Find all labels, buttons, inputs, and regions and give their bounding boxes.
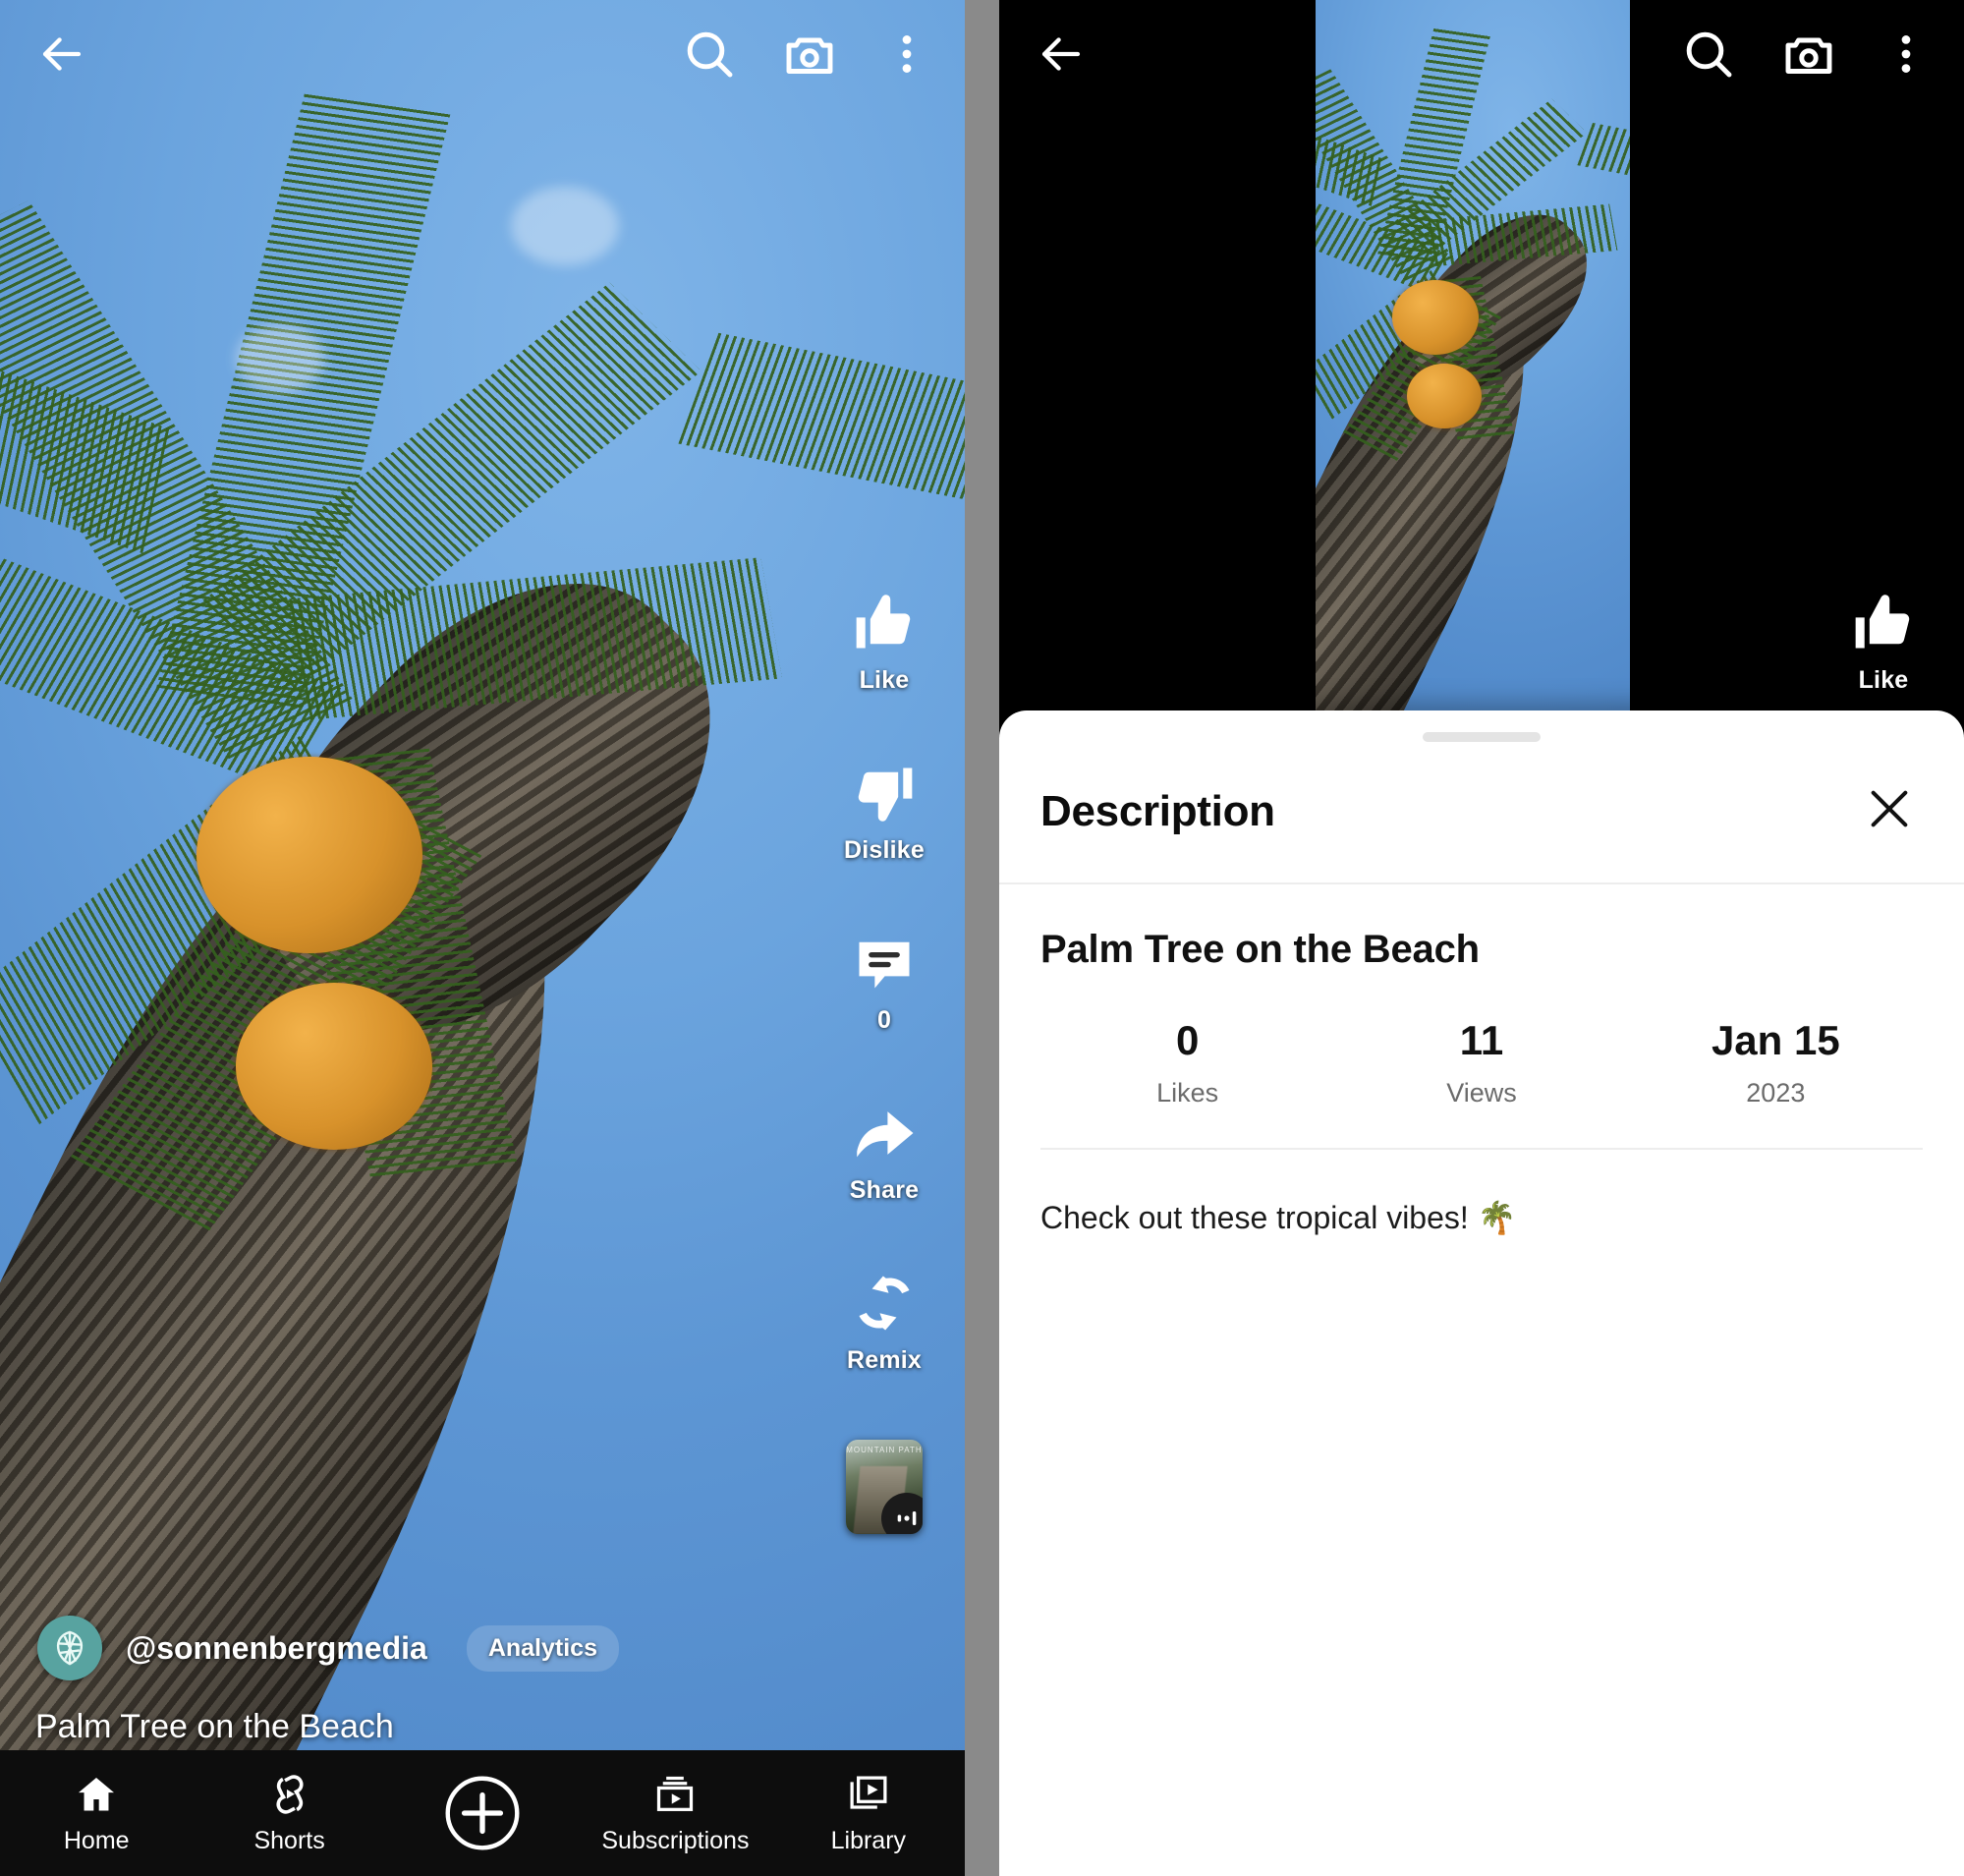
stat-date: Jan 15 2023 xyxy=(1629,1017,1923,1109)
coconut-cluster xyxy=(1407,364,1482,428)
nav-item-subscriptions[interactable]: Subscriptions xyxy=(579,1772,771,1855)
like-button[interactable]: Like xyxy=(1850,590,1917,695)
sheet-title: Description xyxy=(1040,786,1275,835)
action-rail: Like Dislike 0 Share Remix MOUNTAIN PATH xyxy=(815,590,953,1534)
comment-button[interactable]: 0 xyxy=(851,930,918,1035)
dislike-label: Dislike xyxy=(843,836,925,864)
sound-thumbnail-caption: MOUNTAIN PATH xyxy=(846,1446,923,1454)
remix-label: Remix xyxy=(846,1346,923,1374)
camera-icon[interactable] xyxy=(1781,27,1836,82)
sheet-drag-handle[interactable] xyxy=(1423,732,1541,742)
analytics-button[interactable]: Analytics xyxy=(466,1624,619,1672)
coconut-cluster xyxy=(1392,280,1479,355)
description-bottom-sheet: Description Palm Tree on the Beach 0 Lik… xyxy=(999,711,1964,1876)
video-title: Palm Tree on the Beach xyxy=(35,1708,394,1745)
video-meta-overlay: @sonnenbergmedia Analytics Palm Tree on … xyxy=(35,1616,823,1746)
share-arrow-icon xyxy=(857,1111,914,1158)
likes-caption: Likes xyxy=(1156,1078,1219,1108)
share-button[interactable]: Share xyxy=(850,1100,919,1205)
shorts-icon xyxy=(276,1774,304,1814)
thumbs-up-icon xyxy=(856,595,911,649)
comment-icon xyxy=(859,941,910,989)
remix-button[interactable]: Remix xyxy=(847,1270,922,1375)
thumbs-down-icon xyxy=(858,767,913,822)
nav-label-subscriptions: Subscriptions xyxy=(601,1826,750,1854)
top-bar xyxy=(0,0,965,108)
date-year: 2023 xyxy=(1746,1078,1806,1108)
nav-label-library: Library xyxy=(830,1826,907,1854)
thumbs-up-icon xyxy=(1855,595,1910,649)
stat-views: 11 Views xyxy=(1334,1017,1628,1109)
share-label: Share xyxy=(849,1176,920,1204)
views-caption: Views xyxy=(1446,1078,1517,1108)
back-arrow-icon[interactable] xyxy=(33,26,90,83)
leaf-logo-icon xyxy=(56,1630,84,1666)
search-icon[interactable] xyxy=(1681,27,1736,82)
right-phone-panel: Like Description Palm Tree on the Beach … xyxy=(999,0,1964,1876)
panel-divider xyxy=(965,0,999,1876)
video-stats: 0 Likes 11 Views Jan 15 2023 xyxy=(1040,1017,1923,1148)
sheet-header: Description xyxy=(999,742,1964,884)
sheet-body: Palm Tree on the Beach 0 Likes 11 Views … xyxy=(999,884,1964,1239)
bottom-navigation: Home Shorts Subscriptions Library xyxy=(0,1750,965,1876)
more-vertical-icon[interactable] xyxy=(1881,27,1931,82)
stat-likes: 0 Likes xyxy=(1040,1017,1334,1109)
back-arrow-icon[interactable] xyxy=(1033,26,1090,83)
search-icon[interactable] xyxy=(682,27,737,82)
nav-item-create[interactable] xyxy=(386,1768,579,1858)
top-bar xyxy=(999,0,1964,108)
subscriptions-icon xyxy=(657,1776,694,1811)
nav-label-shorts: Shorts xyxy=(253,1826,325,1854)
coconut-cluster xyxy=(236,983,432,1150)
more-vertical-icon[interactable] xyxy=(882,27,931,82)
like-button[interactable]: Like xyxy=(851,590,918,695)
like-label: Like xyxy=(1858,666,1909,694)
description-video-title: Palm Tree on the Beach xyxy=(1040,928,1480,971)
home-icon xyxy=(79,1777,115,1810)
coconut-cluster xyxy=(196,757,422,953)
remix-icon xyxy=(859,1276,910,1331)
description-body-text: Check out these tropical vibes! 🌴 xyxy=(1040,1200,1517,1235)
close-icon[interactable] xyxy=(1856,775,1923,847)
nav-item-library[interactable]: Library xyxy=(772,1772,965,1855)
left-phone-panel: Like Dislike 0 Share Remix MOUNTAIN PATH xyxy=(0,0,965,1876)
likes-value: 0 xyxy=(1175,1017,1200,1063)
screenshot-stage: Like Dislike 0 Share Remix MOUNTAIN PATH xyxy=(0,0,1964,1876)
avatar[interactable] xyxy=(37,1616,102,1680)
sound-thumbnail[interactable]: MOUNTAIN PATH xyxy=(846,1440,923,1534)
nav-item-shorts[interactable]: Shorts xyxy=(193,1772,385,1855)
nav-label-home: Home xyxy=(63,1826,130,1854)
dislike-button[interactable]: Dislike xyxy=(844,760,925,865)
comment-count: 0 xyxy=(876,1006,892,1034)
plus-circle-icon xyxy=(445,1776,520,1850)
nav-item-home[interactable]: Home xyxy=(0,1772,193,1855)
views-value: 11 xyxy=(1459,1017,1504,1063)
date-value: Jan 15 xyxy=(1711,1017,1840,1063)
library-icon xyxy=(850,1776,887,1809)
like-label: Like xyxy=(859,666,910,694)
camera-icon[interactable] xyxy=(782,27,837,82)
channel-handle[interactable]: @sonnenbergmedia xyxy=(126,1630,427,1667)
